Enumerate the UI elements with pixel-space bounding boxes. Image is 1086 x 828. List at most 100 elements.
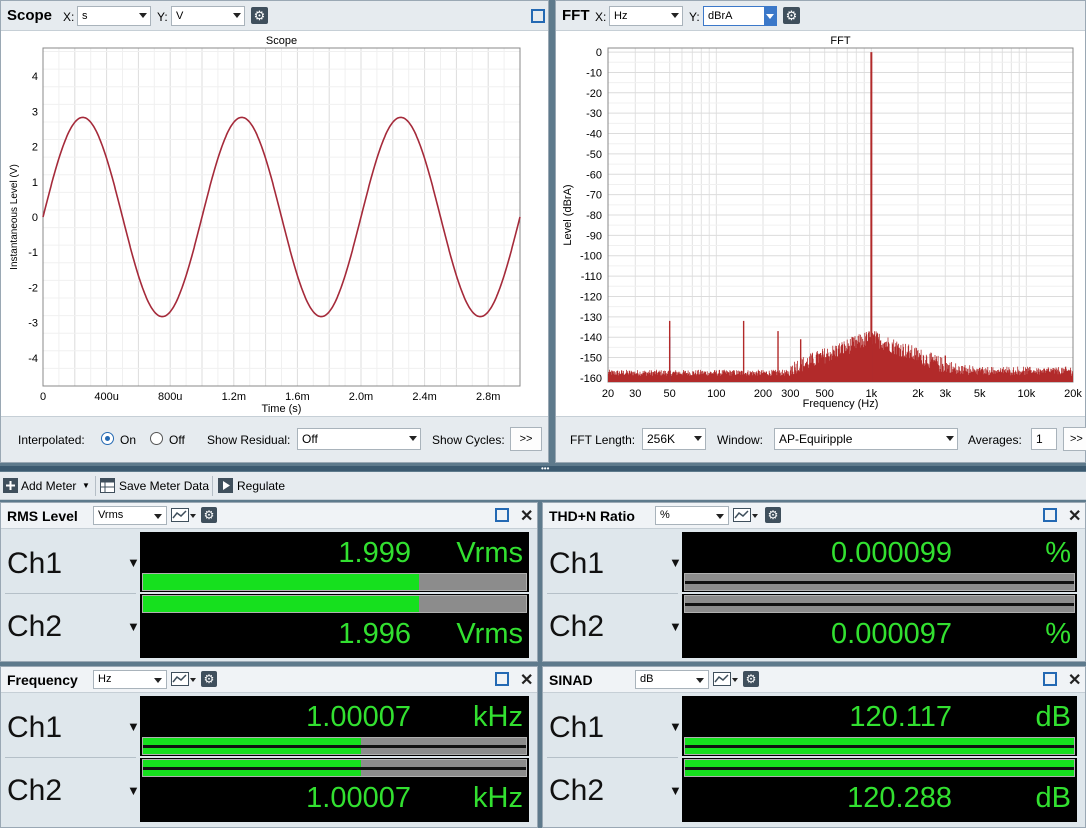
show-residual-select[interactable]: Off — [297, 428, 421, 450]
thdn-ch1-unit: % — [1045, 537, 1071, 569]
close-icon[interactable]: ✕ — [1068, 670, 1081, 690]
rms-settings-gear-icon[interactable]: ⚙ — [201, 507, 217, 523]
fft-chart-title: FFT — [830, 35, 850, 47]
chevron-down-icon — [409, 436, 417, 441]
rms-ch1-display: 1.999 Vrms — [140, 532, 529, 592]
fft-length-select[interactable]: 256K — [642, 428, 706, 450]
scope-y-unit-select[interactable]: V — [171, 6, 245, 26]
y-tick-label: -40 — [586, 129, 602, 141]
scope-x-unit-select[interactable]: s — [77, 6, 151, 26]
x-tick-label: 10k — [1017, 388, 1035, 400]
chevron-down-icon[interactable]: ▼ — [82, 481, 90, 490]
interpolated-on-radio[interactable] — [101, 432, 114, 445]
fft-settings-gear-icon[interactable]: ⚙ — [783, 7, 800, 24]
chevron-down-icon[interactable]: ▼ — [127, 555, 140, 570]
fft-more-button[interactable]: >> — [1063, 427, 1086, 451]
scope-x-label: X: — [63, 10, 75, 24]
scope-popout-icon[interactable] — [531, 9, 545, 23]
sinad-ch1-display: 120.117 dB — [682, 696, 1077, 756]
meter-toolbar: Add Meter ▼ Save Meter Data Regulate — [0, 472, 1086, 500]
chevron-down-icon — [233, 13, 241, 18]
fft-options-bar: FFT Length: 256K Window: AP-Equiripple A… — [556, 416, 1086, 462]
sinad-unit-select[interactable]: dB — [635, 670, 709, 689]
rms-unit-value: Vrms — [98, 509, 124, 521]
graph-view-icon[interactable] — [171, 671, 197, 688]
thdn-unit-select[interactable]: % — [655, 506, 729, 525]
sinad-ch1-label: Ch1 — [549, 711, 605, 744]
y-tick-label: -2 — [28, 282, 38, 294]
x-tick-label: 50 — [664, 388, 676, 400]
show-cycles-label: Show Cycles: — [432, 433, 505, 447]
fft-x-axis-label: Frequency (Hz) — [803, 398, 879, 410]
graph-view-icon[interactable] — [171, 507, 197, 524]
freq-settings-gear-icon[interactable]: ⚙ — [201, 671, 217, 687]
y-tick-label: -90 — [586, 230, 602, 242]
fft-y-unit-select[interactable]: dBrA — [703, 6, 777, 26]
averages-input[interactable]: 1 — [1031, 428, 1057, 450]
close-icon[interactable]: ✕ — [1068, 506, 1081, 526]
splitter[interactable]: ••• — [0, 465, 1086, 473]
sinad-popout-icon[interactable] — [1043, 672, 1057, 686]
y-tick-label: -110 — [581, 271, 602, 283]
save-meter-data-button[interactable]: Save Meter Data — [119, 479, 209, 493]
rms-ch2-display: 1.996 Vrms — [140, 594, 529, 658]
y-tick-label: 0 — [596, 47, 602, 59]
bar-line — [685, 603, 1074, 606]
freq-popout-icon[interactable] — [495, 672, 509, 686]
bar-line — [685, 581, 1074, 584]
fft-header: FFT X: Hz Y: dBrA ⚙ — [556, 1, 1085, 31]
y-tick-label: -60 — [586, 169, 602, 181]
y-tick-label: 2 — [32, 142, 38, 154]
x-tick-label: 400u — [94, 391, 118, 403]
freq-meter-header: Frequency Hz ⚙ ✕ — [1, 667, 537, 693]
fft-x-unit-select[interactable]: Hz — [609, 6, 683, 26]
sinad-ch2-label: Ch2 — [549, 774, 605, 807]
chevron-down-icon[interactable]: ▼ — [127, 719, 140, 734]
thdn-settings-gear-icon[interactable]: ⚙ — [765, 507, 781, 523]
window-select[interactable]: AP-Equiripple — [774, 428, 958, 450]
thdn-ch1-value: 0.000099 — [831, 537, 952, 569]
chevron-down-icon — [764, 7, 776, 25]
y-tick-label: 3 — [32, 106, 38, 118]
show-residual-label: Show Residual: — [207, 433, 291, 447]
y-tick-label: -160 — [580, 373, 602, 385]
freq-ch1-label: Ch1 — [7, 711, 63, 744]
rms-popout-icon[interactable] — [495, 508, 509, 522]
fft-panel: FFT X: Hz Y: dBrA ⚙ FFT 0 -10 -20 -30 -40 -50 -… — [555, 0, 1086, 463]
scope-settings-gear-icon[interactable]: ⚙ — [251, 7, 268, 24]
chevron-down-icon[interactable]: ▼ — [669, 555, 682, 570]
fft-x-label: X: — [595, 10, 607, 24]
fft-y-label: Y: — [689, 10, 700, 24]
close-icon[interactable]: ✕ — [520, 506, 533, 526]
chevron-down-icon[interactable]: ▼ — [127, 783, 140, 798]
chevron-down-icon[interactable]: ▼ — [669, 719, 682, 734]
graph-view-icon[interactable] — [733, 507, 759, 524]
sinad-ch1-value: 120.117 — [849, 701, 952, 733]
add-meter-button[interactable]: Add Meter — [21, 479, 76, 493]
thdn-ch1-label: Ch1 — [549, 547, 605, 580]
x-tick-label: 1.6m — [285, 391, 309, 403]
regulate-button[interactable]: Regulate — [237, 479, 285, 493]
show-cycles-button[interactable]: >> — [510, 427, 542, 451]
sinad-settings-gear-icon[interactable]: ⚙ — [743, 671, 759, 687]
chevron-down-icon[interactable]: ▼ — [669, 619, 682, 634]
chevron-down-icon[interactable]: ▼ — [127, 619, 140, 634]
sinad-meter-header: SINAD dB ⚙ ✕ — [543, 667, 1085, 693]
thdn-unit-value: % — [660, 509, 670, 521]
rms-ch2-bar-fill — [143, 596, 419, 612]
close-icon[interactable]: ✕ — [520, 670, 533, 690]
sinad-ch1-bar — [684, 737, 1075, 755]
y-tick-label: 1 — [32, 177, 38, 189]
freq-ch1-bar — [142, 737, 527, 755]
freq-unit-select[interactable]: Hz — [93, 670, 167, 689]
interpolated-off-label: Off — [169, 433, 185, 447]
interpolated-off-radio[interactable] — [150, 432, 163, 445]
chevron-down-icon — [154, 678, 162, 683]
scope-plot: Scope -4 -3 -2 -1 0 1 2 3 4 0 400u 800u 1.2m 1.6m 2.0m 2… — [9, 35, 521, 415]
freq-ch1-value: 1.00007 — [306, 701, 411, 733]
rms-unit-select[interactable]: Vrms — [93, 506, 167, 525]
thdn-popout-icon[interactable] — [1043, 508, 1057, 522]
y-tick-label: -20 — [586, 88, 602, 100]
chevron-down-icon[interactable]: ▼ — [669, 783, 682, 798]
graph-view-icon[interactable] — [713, 671, 739, 688]
